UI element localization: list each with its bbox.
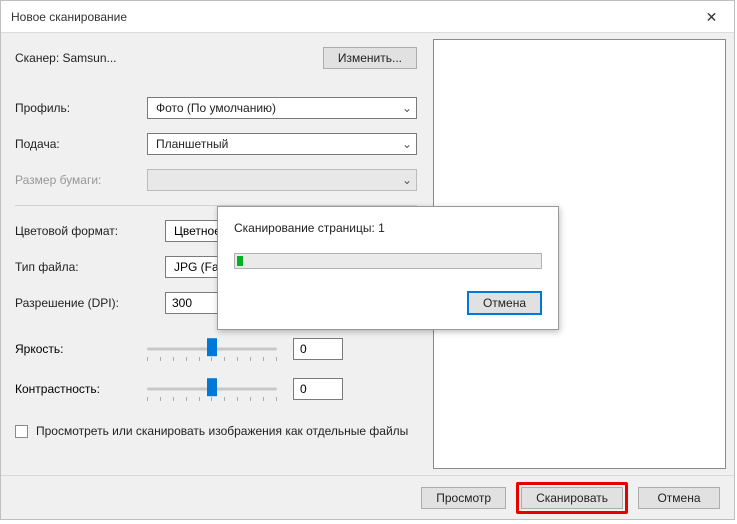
slider-ticks [147,397,277,401]
brightness-label: Яркость: [15,342,147,356]
scan-button[interactable]: Сканировать [521,487,623,509]
profile-value: Фото (По умолчанию) [156,101,276,115]
titlebar: Новое сканирование ✕ [1,1,734,33]
dialog-footer: Просмотр Сканировать Отмена [1,475,734,519]
feed-value: Планшетный [156,137,228,151]
scanner-label: Сканер: Samsun... [15,51,323,65]
progress-footer: Отмена [234,291,542,315]
separate-files-row: Просмотреть или сканировать изображения … [15,424,417,439]
contrast-value: 0 [300,382,307,396]
progress-bar [234,253,542,269]
profile-select[interactable]: Фото (По умолчанию) ⌄ [147,97,417,119]
feed-row: Подача: Планшетный ⌄ [15,133,417,155]
feed-select[interactable]: Планшетный ⌄ [147,133,417,155]
brightness-slider[interactable] [147,339,277,359]
contrast-slider[interactable] [147,379,277,399]
slider-ticks [147,357,277,361]
scanner-row: Сканер: Samsun... Изменить... [15,47,417,69]
close-button[interactable]: ✕ [689,1,734,33]
separate-files-checkbox[interactable] [15,425,28,438]
profile-row: Профиль: Фото (По умолчанию) ⌄ [15,97,417,119]
window-title: Новое сканирование [11,10,127,24]
dpi-label: Разрешение (DPI): [15,296,165,310]
file-type-label: Тип файла: [15,260,165,274]
brightness-row: Яркость: 0 [15,338,417,360]
dpi-value: 300 [172,296,192,310]
contrast-row: Контрастность: 0 [15,378,417,400]
dpi-input[interactable]: 300 [165,292,225,314]
slider-thumb[interactable] [207,338,217,356]
feed-label: Подача: [15,137,147,151]
contrast-value-input[interactable]: 0 [293,378,343,400]
color-format-label: Цветовой формат: [15,224,165,238]
paper-row: Размер бумаги: ⌄ [15,169,417,191]
scan-button-highlight: Сканировать [516,482,628,514]
paper-label: Размер бумаги: [15,173,147,187]
progress-cancel-button[interactable]: Отмена [467,291,542,315]
paper-select: ⌄ [147,169,417,191]
contrast-label: Контрастность: [15,382,147,396]
chevron-down-icon: ⌄ [402,173,412,187]
preview-button[interactable]: Просмотр [421,487,506,509]
chevron-down-icon: ⌄ [402,101,412,115]
progress-dialog: Сканирование страницы: 1 Отмена [217,206,559,330]
progress-text: Сканирование страницы: 1 [234,221,542,235]
separate-files-label: Просмотреть или сканировать изображения … [36,424,408,439]
cancel-button[interactable]: Отмена [638,487,720,509]
brightness-value: 0 [300,342,307,356]
progress-fill [237,256,243,266]
chevron-down-icon: ⌄ [402,137,412,151]
brightness-value-input[interactable]: 0 [293,338,343,360]
change-scanner-button[interactable]: Изменить... [323,47,417,69]
slider-thumb[interactable] [207,378,217,396]
color-format-value: Цветное [174,224,221,238]
profile-label: Профиль: [15,101,147,115]
scan-dialog-window: Новое сканирование ✕ Сканер: Samsun... И… [0,0,735,520]
close-icon: ✕ [706,9,718,26]
